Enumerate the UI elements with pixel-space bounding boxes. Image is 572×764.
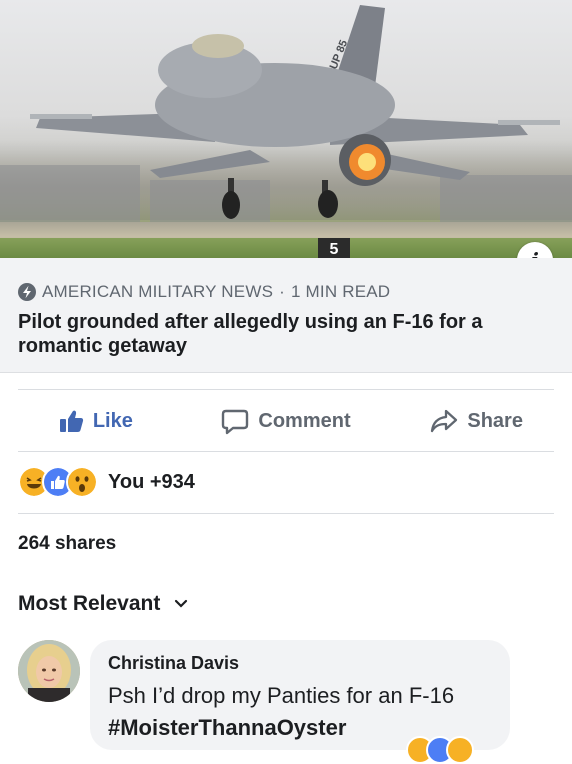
jet-illustration: UP 85 5 (30, 5, 560, 258)
sort-label: Most Relevant (18, 592, 161, 615)
avatar[interactable] (18, 640, 80, 702)
verified-link-icon (18, 283, 36, 301)
comment-hashtag[interactable]: #MoisterThannaOyster (108, 715, 346, 740)
wow-reaction-icon (446, 736, 474, 764)
post-actions: Like Comment Share (0, 392, 572, 450)
like-thumb-icon (59, 410, 83, 432)
like-button[interactable]: Like (0, 392, 191, 450)
avatar-photo (18, 640, 80, 702)
read-time: 1 MIN READ (290, 282, 391, 301)
wow-reaction-icon (66, 466, 98, 498)
runway-marker: 5 (330, 241, 339, 258)
comment-bubble[interactable]: Christina Davis Psh I’d drop my Panties … (90, 640, 510, 750)
share-arrow-icon (431, 409, 458, 433)
chevron-down-icon (175, 599, 188, 608)
comment-text: Psh I’d drop my Panties for an F-16 #Moi… (108, 680, 503, 744)
article-image[interactable]: UP 85 5 (0, 0, 572, 258)
share-count[interactable]: 264 shares (18, 533, 116, 555)
comment-author[interactable]: Christina Davis (108, 653, 239, 674)
comment-reactions[interactable] (406, 736, 474, 764)
article-headline[interactable]: Pilot grounded after allegedly using an … (18, 310, 548, 358)
article-source-row: AMERICAN MILITARY NEWS · 1 MIN READ (18, 282, 390, 302)
share-label: Share (467, 409, 523, 432)
divider (18, 451, 554, 452)
comment-bubble-icon (222, 409, 249, 435)
comment-button[interactable]: Comment (191, 392, 382, 450)
share-button[interactable]: Share (381, 392, 572, 450)
reaction-summary[interactable]: You +934 (18, 466, 195, 498)
link-preview[interactable]: AMERICAN MILITARY NEWS · 1 MIN READ Pilo… (0, 258, 572, 373)
comment-body: Psh I’d drop my Panties for an F-16 (108, 683, 455, 708)
divider (18, 389, 554, 390)
comment-sort-dropdown[interactable]: Most Relevant (18, 592, 188, 616)
divider (18, 513, 554, 514)
reaction-count[interactable]: You +934 (108, 471, 195, 494)
source-separator: · (279, 282, 285, 301)
article-source: AMERICAN MILITARY NEWS (42, 282, 274, 301)
like-label: Like (92, 409, 133, 432)
comment-label: Comment (258, 409, 351, 432)
